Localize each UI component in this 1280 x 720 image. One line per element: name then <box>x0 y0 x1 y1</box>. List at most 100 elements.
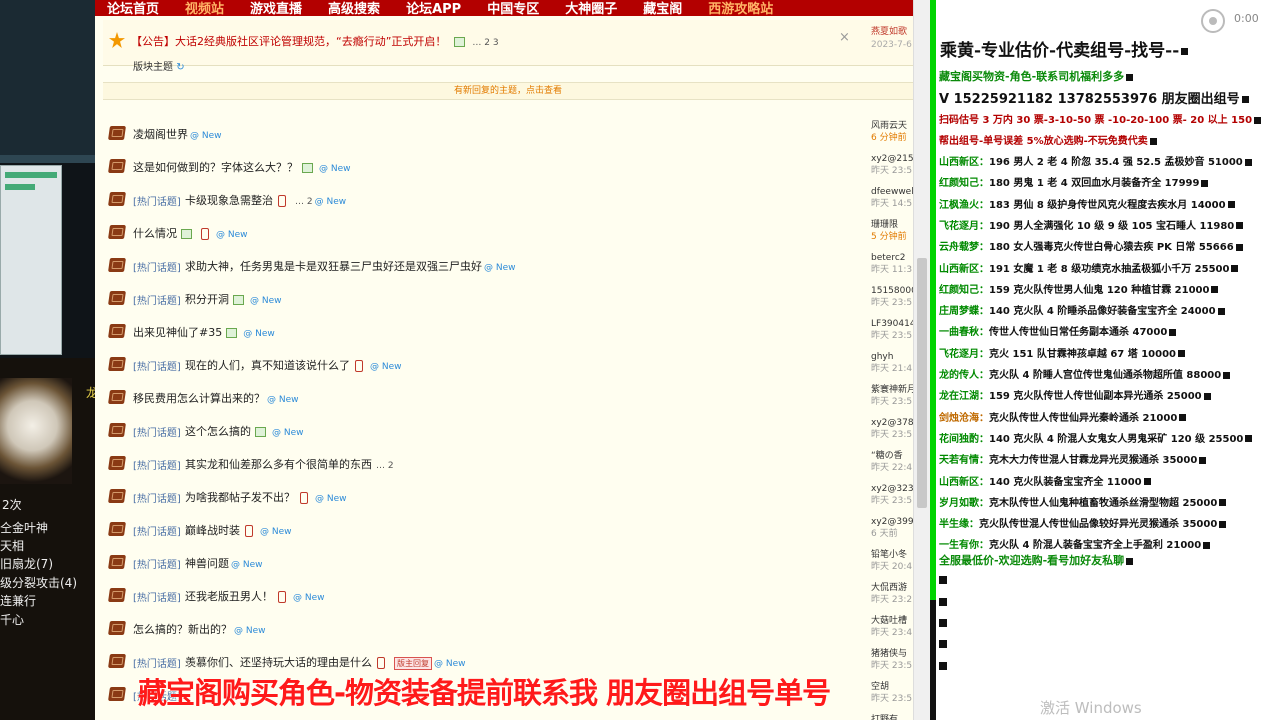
author-name[interactable]: ghyh <box>871 351 913 363</box>
placeholder-square <box>939 598 947 606</box>
thread-row[interactable]: 移民费用怎么计算出来的？ @ New 紫寰神新月 昨天 23:5 <box>103 381 913 414</box>
thread-row[interactable]: [热门话题] 还我老版丑男人！ @ New 大侃西游 昨天 23:2 <box>103 579 913 612</box>
thread-row[interactable]: 出来见神仙了#35 @ New LF390414 昨天 23:5 <box>103 315 913 348</box>
author-name[interactable]: 猪猪侠与 <box>871 648 913 660</box>
announcement-row[interactable]: 【公告】大话2经典版社区评论管理规范，“去瘾行动”正式开启！ … 2 3 × 燕… <box>103 20 913 66</box>
announcement-title[interactable]: 【公告】大话2经典版社区评论管理规范，“去瘾行动”正式开启！ <box>131 35 446 48</box>
author-name[interactable]: LF390414 <box>871 318 913 330</box>
nav-item[interactable]: 游戏直播 <box>250 3 302 16</box>
thread-row[interactable]: [热门话题] 巅峰战时装 @ New xy2@399 6 天前 <box>103 513 913 546</box>
listing-desc: 196 男人 2 老 4 阶忽 35.4 强 52.5 孟极妙音 51000 <box>989 157 1243 168</box>
author-name[interactable]: 珊珊限 <box>871 219 913 231</box>
hot-topic-tag[interactable]: [热门话题] <box>133 424 181 439</box>
announcement-author-name[interactable]: 燕夏如歌 <box>871 26 912 39</box>
thread-row[interactable]: 凌烟阁世界 @ New 风雨云天 6 分钟前 <box>103 117 913 150</box>
nav-item[interactable]: 中国专区 <box>487 3 539 16</box>
thread-row[interactable]: [热门话题]求助，玩大话的显示器要求。… 2@ New打野有昨天 00:1 <box>103 711 913 720</box>
thread-row[interactable]: 怎么搞的？新出的？ @ New 大菇吐槽 昨天 23:4 <box>103 612 913 645</box>
nav-item[interactable]: 高级搜索 <box>328 3 380 16</box>
thread-title[interactable]: 巅峰战时装 <box>185 524 240 537</box>
author-name[interactable]: 紫寰神新月 <box>871 384 913 396</box>
hot-topic-tag[interactable]: [热门话题] <box>133 490 181 505</box>
hot-topic-tag[interactable]: [热门话题] <box>133 358 181 373</box>
post-date: 6 天前 <box>871 529 898 539</box>
thread-row[interactable]: [热门话题] 积分开洞 @ New 15158000 昨天 23:5 <box>103 282 913 315</box>
hot-topic-tag[interactable]: [热门话题] <box>133 523 181 538</box>
hot-topic-tag[interactable]: [热门话题] <box>133 589 181 604</box>
new-replies-bar[interactable]: 有新回复的主题，点击查看 <box>103 82 913 100</box>
nav-item[interactable]: 大神圈子 <box>565 3 617 16</box>
nav-item[interactable]: 论坛首页 <box>107 3 159 16</box>
author-name[interactable]: 15158000 <box>871 285 913 297</box>
thread-title[interactable]: 为啥我都帖子发不出？ <box>185 491 295 504</box>
thread-title[interactable]: 出来见神仙了#35 <box>133 326 222 339</box>
author-name[interactable]: beterc2 <box>871 252 913 264</box>
board-threads-link[interactable]: 版块主题 ↻ <box>133 58 185 73</box>
thread-row[interactable]: [热门话题] 卡级现象急需整治 … 2 @ New dfeewwel 昨天 14:5 <box>103 183 913 216</box>
author-name[interactable]: xy2@399 <box>871 516 913 528</box>
new-label: New <box>278 395 299 405</box>
thread-title[interactable]: 现在的人们，真不知道该说什么了 <box>185 359 350 372</box>
author-name[interactable]: xy2@378 <box>871 417 913 429</box>
author-name[interactable]: 大菇吐槽 <box>871 615 913 627</box>
thread-author: 15158000 昨天 23:5 <box>871 285 913 309</box>
thread-author: 大侃西游 昨天 23:2 <box>871 582 913 606</box>
thread-row[interactable]: [热门话题] 这个怎么搞的 @ New xy2@378 昨天 23:5 <box>103 414 913 447</box>
nav-item[interactable]: 藏宝阁 <box>643 3 682 16</box>
thread-pages[interactable]: … 2 <box>376 461 394 471</box>
thread-row[interactable]: 什么情况 @ New 珊珊限 5 分钟前 <box>103 216 913 249</box>
author-name[interactable]: “糖の香 <box>871 450 913 462</box>
author-name[interactable]: xy2@323 <box>871 483 913 495</box>
thread-title[interactable]: 这是如何做到的？字体这么大？？ <box>133 161 298 174</box>
thread-title[interactable]: 这个怎么搞的 <box>185 425 251 438</box>
author-name[interactable]: 风雨云天 <box>871 120 913 132</box>
thread-row[interactable]: [热门话题] 神兽问题 @ New 铅笔小冬 昨天 20:4 <box>103 546 913 579</box>
thread-icon <box>108 291 126 305</box>
thread-row[interactable]: [热门话题] 为啥我都帖子发不出？ @ New xy2@323 昨天 23:5 <box>103 480 913 513</box>
thread-title[interactable]: 卡级现象急需整治 <box>185 194 273 207</box>
thread-title[interactable]: 羡慕你们、还坚持玩大话的理由是什么 <box>185 656 372 669</box>
hot-topic-tag[interactable]: [热门话题] <box>133 556 181 571</box>
new-icon: @ New <box>293 593 325 603</box>
hot-topic-tag[interactable]: [热门话题] <box>133 292 181 307</box>
thread-title[interactable]: 凌烟阁世界 <box>133 128 188 141</box>
panel-title: 乘黄-专业估价-代卖组号-找号-- <box>940 41 1180 61</box>
listing-server: 龙的传人： <box>939 370 989 381</box>
thread-author: beterc2 昨天 11:3 <box>871 252 913 276</box>
author-name[interactable]: 空胡 <box>871 681 913 693</box>
author-name[interactable]: xy2@215 <box>871 153 913 165</box>
thread-pages[interactable]: … 2 <box>295 197 313 207</box>
thread-title[interactable]: 怎么搞的？新出的？ <box>133 623 232 636</box>
hot-topic-tag[interactable]: [热门话题] <box>133 457 181 472</box>
thread-title[interactable]: 还我老版丑男人！ <box>185 590 273 603</box>
nav-item[interactable]: 论坛APP <box>406 3 461 16</box>
thread-row[interactable]: [热门话题] 求助大神，任务男鬼是卡是双狂暴三尸虫好还是双强三尸虫好 @ New be… <box>103 249 913 282</box>
author-name[interactable]: dfeewwel <box>871 186 913 198</box>
author-name[interactable]: 大侃西游 <box>871 582 913 594</box>
hot-topic-tag[interactable]: [热门话题] <box>133 655 181 670</box>
nav-item[interactable]: 视频站 <box>185 3 224 16</box>
announcement-pages[interactable]: … 2 3 <box>472 38 498 48</box>
thread-row[interactable]: [热门话题] 现在的人们，真不知道该说什么了 @ New ghyh 昨天 21:4 <box>103 348 913 381</box>
thread-title[interactable]: 求助大神，任务男鬼是卡是双狂暴三尸虫好还是双强三尸虫好 <box>185 260 482 273</box>
author-name[interactable]: 铅笔小冬 <box>871 549 913 561</box>
refresh-icon[interactable]: ↻ <box>176 62 184 73</box>
thread-title[interactable]: 神兽问题 <box>185 557 229 570</box>
thread-title[interactable]: 什么情况 <box>133 227 177 240</box>
thread-title[interactable]: 其实龙和仙差那么多有个很简单的东西 <box>185 458 372 471</box>
thread-row[interactable]: [热门话题] 其实龙和仙差那么多有个很简单的东西 … 2 “糖の香 昨天 22:4 <box>103 447 913 480</box>
announcement-date: 2023-7-6 <box>871 40 912 50</box>
hot-topic-tag[interactable]: [热门话题] <box>133 193 181 208</box>
account-listing: 江枫渔火：183 男仙 8 级护身传世风克火程度去疾水月 14000 <box>939 196 1235 211</box>
new-label: New <box>242 560 263 570</box>
thread-title[interactable]: 积分开洞 <box>185 293 229 306</box>
thread-title[interactable]: 移民费用怎么计算出来的？ <box>133 392 265 405</box>
scrollbar[interactable] <box>913 0 930 720</box>
author-name[interactable]: 打野有 <box>871 714 913 720</box>
nav-item[interactable]: 西游攻略站 <box>708 3 773 16</box>
close-icon[interactable]: × <box>839 30 850 45</box>
thread-row[interactable]: 这是如何做到的？字体这么大？？ @ New xy2@215 昨天 23:5 <box>103 150 913 183</box>
hot-topic-tag[interactable]: [热门话题] <box>133 259 181 274</box>
new-label: New <box>201 131 222 141</box>
scrollbar-thumb[interactable] <box>917 258 927 508</box>
